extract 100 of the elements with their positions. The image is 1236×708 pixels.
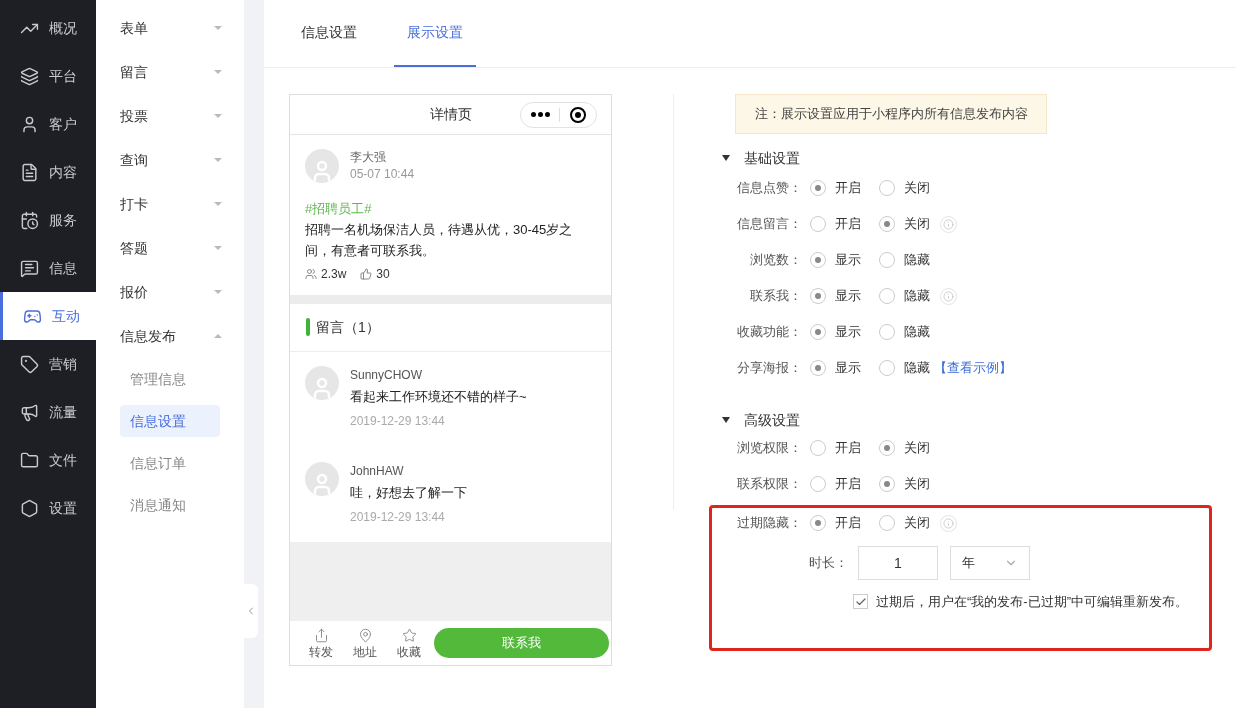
caret-icon	[214, 114, 222, 118]
radio-option[interactable]: 关闭	[879, 214, 930, 234]
calendar-icon	[20, 210, 39, 230]
radio-button[interactable]	[810, 216, 826, 232]
submenu-subitem[interactable]: 消息通知	[120, 489, 220, 521]
unit-select[interactable]: 年	[950, 546, 1030, 580]
radio-button[interactable]	[810, 360, 826, 376]
radio-option[interactable]: 关闭	[879, 513, 930, 533]
submenu-item[interactable]: 表单	[96, 6, 244, 50]
radio-option[interactable]: 开启	[810, 214, 861, 234]
section-header[interactable]: 高级设置	[722, 408, 1227, 432]
radio-option[interactable]: 开启	[810, 473, 861, 494]
submenu-item[interactable]: 答题	[96, 226, 244, 270]
radio-button[interactable]	[879, 216, 895, 232]
radio-button[interactable]	[879, 324, 895, 340]
nav-item[interactable]: 营销	[0, 340, 96, 388]
radio-option[interactable]: 显示	[810, 250, 861, 270]
settings-icon	[20, 498, 39, 518]
radio-button[interactable]	[879, 252, 895, 268]
caret-icon	[214, 290, 222, 294]
radio-option[interactable]: 开启	[810, 513, 861, 533]
action-item[interactable]: 地址	[343, 627, 387, 659]
avatar	[305, 461, 339, 496]
caret-icon	[214, 158, 222, 162]
post-text: 招聘一名机场保洁人员，待遇从优，30-45岁之间，有意者可联系我。	[305, 220, 574, 260]
thumbs-up-icon	[360, 267, 373, 280]
submenu-item[interactable]: 信息发布	[96, 314, 244, 358]
radio-button[interactable]	[810, 515, 826, 531]
submenu-subitem[interactable]: 管理信息	[120, 363, 220, 395]
radio-option[interactable]: 开启	[810, 437, 861, 458]
radio-option[interactable]: 关闭	[879, 437, 930, 458]
comment-text: 看起来工作环境还不错的样子~	[350, 387, 527, 406]
radio-option[interactable]: 关闭	[879, 178, 930, 198]
star-icon	[401, 627, 417, 643]
radio-option[interactable]: 显示	[810, 286, 861, 306]
radio-option[interactable]: 隐藏	[879, 358, 930, 378]
duration-field[interactable]: 1	[858, 546, 938, 580]
radio-option[interactable]: 隐藏	[879, 250, 930, 270]
setting-label: 分享海报：	[736, 359, 803, 378]
user-icon	[20, 114, 39, 134]
checkbox[interactable]	[853, 594, 868, 610]
radio-button[interactable]	[879, 439, 895, 456]
submenu-item[interactable]: 留言	[96, 50, 244, 94]
nav-item[interactable]: 流量	[0, 388, 96, 436]
caret-icon	[214, 246, 222, 250]
setting-label: 浏览数：	[749, 251, 803, 270]
setting-label: 浏览权限：	[736, 438, 803, 457]
comments-heading: 留言（1）	[316, 317, 380, 337]
radio-option[interactable]: 开启	[810, 178, 861, 198]
view-example-link[interactable]: 【查看示例】	[934, 358, 1012, 378]
radio-button[interactable]	[879, 360, 895, 376]
tab[interactable]: 展示设置	[394, 0, 476, 67]
nav-item[interactable]: 内容	[0, 148, 96, 196]
radio-button[interactable]	[810, 475, 826, 492]
page-title: 详情页	[429, 105, 472, 124]
section-header[interactable]: 基础设置	[722, 146, 1227, 170]
radio-button[interactable]	[810, 439, 826, 456]
radio-button[interactable]	[810, 288, 826, 304]
action-item[interactable]: 收藏	[387, 627, 431, 659]
tag-icon	[20, 354, 39, 374]
nav-item[interactable]: 客户	[0, 100, 96, 148]
tab[interactable]: 信息设置	[288, 0, 370, 67]
setting-label: 收藏功能：	[736, 323, 803, 342]
nav-item[interactable]: 平台	[0, 52, 96, 100]
radio-button[interactable]	[810, 324, 826, 340]
folder-icon	[20, 450, 39, 470]
submenu-item[interactable]: 投票	[96, 94, 244, 138]
record-icon[interactable]	[570, 106, 586, 123]
radio-button[interactable]	[879, 515, 895, 531]
radio-button[interactable]	[879, 180, 895, 196]
nav-item[interactable]: 服务	[0, 196, 96, 244]
radio-option[interactable]: 显示	[810, 322, 861, 342]
setting-label: 联系我：	[749, 287, 803, 306]
radio-button[interactable]	[810, 252, 826, 268]
nav-item[interactable]: 设置	[0, 484, 96, 532]
radio-button[interactable]	[879, 475, 895, 492]
submenu-item[interactable]: 打卡	[96, 182, 244, 226]
setting-label: 信息点赞：	[736, 179, 803, 198]
radio-button[interactable]	[810, 180, 826, 196]
submenu-subitem[interactable]: 信息设置	[120, 405, 220, 437]
post-time: 05-07 10:44	[350, 166, 415, 183]
caret-icon	[214, 202, 222, 206]
nav-item[interactable]: 互动	[0, 292, 96, 340]
action-item[interactable]: 转发	[299, 627, 343, 659]
radio-option[interactable]: 隐藏	[879, 322, 930, 342]
comment-text: 哇，好想去了解一下	[350, 483, 467, 502]
notice-banner: 注：展示设置应用于小程序内所有信息发布内容	[735, 94, 1047, 134]
radio-option[interactable]: 关闭	[879, 473, 930, 494]
radio-option[interactable]: 显示	[810, 358, 861, 378]
nav-item[interactable]: 信息	[0, 244, 96, 292]
collapse-handle[interactable]	[244, 584, 258, 638]
radio-button[interactable]	[879, 288, 895, 304]
radio-option[interactable]: 隐藏	[879, 286, 930, 306]
caret-icon	[214, 334, 222, 338]
nav-item[interactable]: 文件	[0, 436, 96, 484]
submenu-item[interactable]: 报价	[96, 270, 244, 314]
nav-item[interactable]: 概况	[0, 4, 96, 52]
submenu-item[interactable]: 查询	[96, 138, 244, 182]
submenu-subitem[interactable]: 信息订单	[120, 447, 220, 479]
message-icon	[20, 258, 39, 278]
